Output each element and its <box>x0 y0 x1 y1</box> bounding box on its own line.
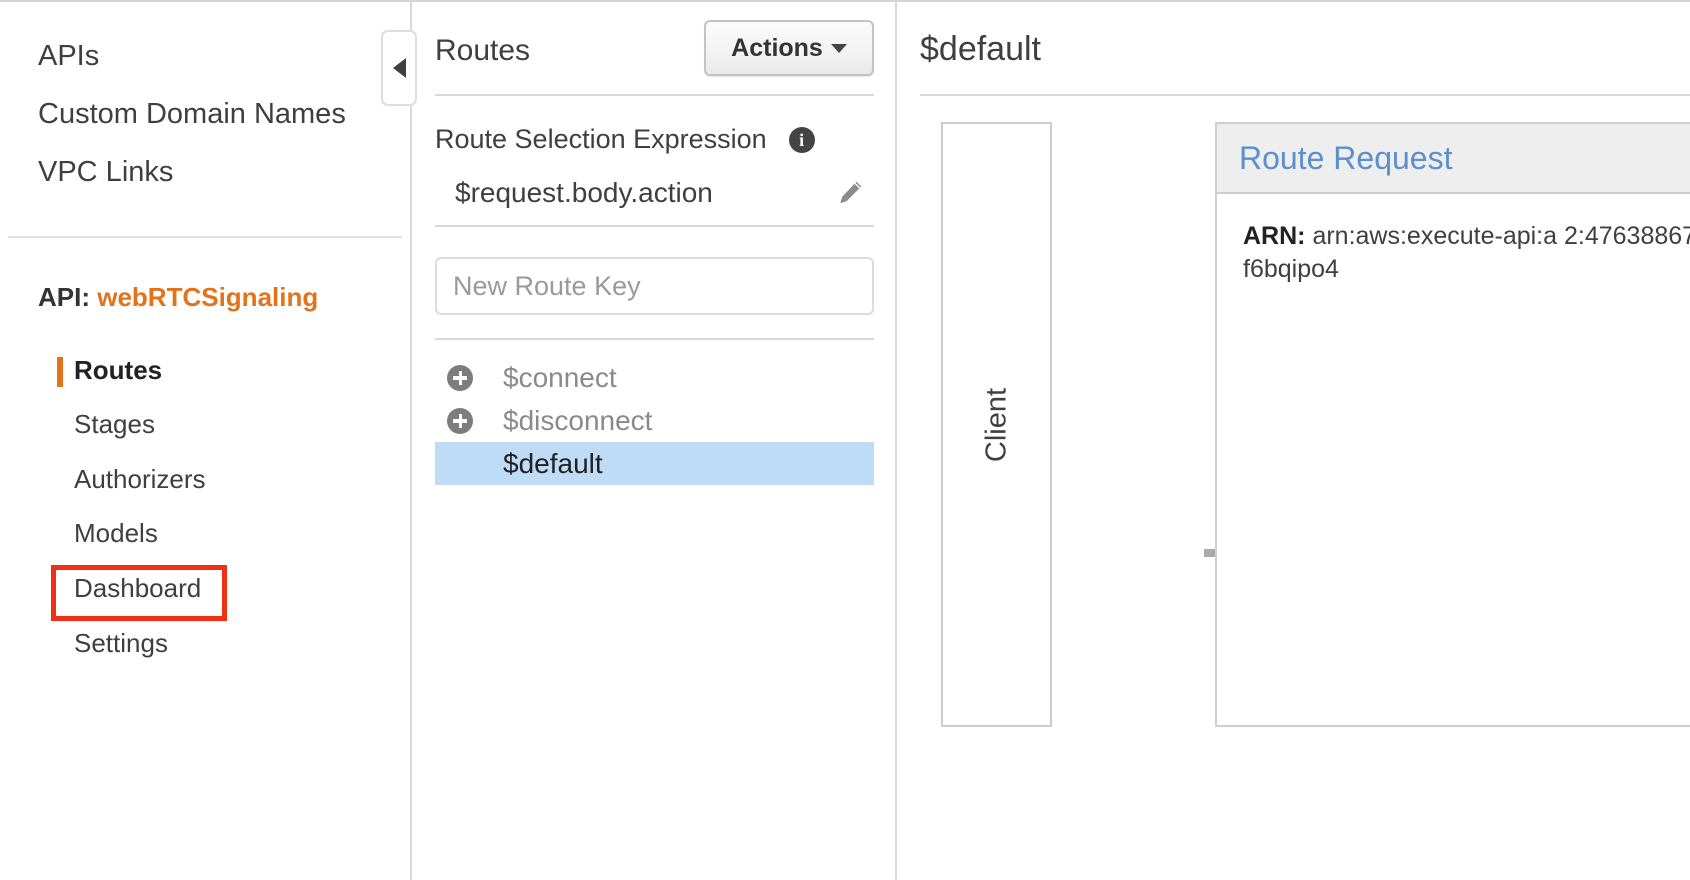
sidebar-item-label: Dashboard <box>74 573 202 604</box>
routes-list: $connect $disconnect $default <box>435 338 874 485</box>
left-sidebar: APIs Custom Domain Names VPC Links API: … <box>0 2 412 880</box>
actions-button-label: Actions <box>731 33 823 62</box>
api-name-heading: API: webRTCSignaling <box>0 282 410 313</box>
plus-circle-icon[interactable] <box>447 364 473 391</box>
chevron-down-icon <box>830 43 847 53</box>
sidebar-item-vpc-links[interactable]: VPC Links <box>0 144 410 202</box>
route-request-details: ARN: arn:aws:execute-api:a 2:47638867441… <box>1217 194 1690 286</box>
global-nav-list: APIs Custom Domain Names VPC Links <box>0 2 410 202</box>
route-selection-expression-label-row: Route Selection Expression i <box>435 124 874 155</box>
sidebar-item-apis[interactable]: APIs <box>0 28 410 86</box>
actions-button[interactable]: Actions <box>704 20 874 76</box>
sidebar-item-label: Models <box>74 518 158 549</box>
route-list-item-label: $connect <box>503 361 617 393</box>
sidebar-item-label: VPC Links <box>38 155 174 188</box>
sidebar-item-dashboard[interactable]: Dashboard <box>0 561 410 622</box>
api-nav-list: Routes Stages Authorizers Models Dashboa… <box>0 343 410 671</box>
sidebar-item-routes[interactable]: Routes <box>0 343 410 398</box>
arn-label: ARN: <box>1243 222 1306 250</box>
sidebar-item-authorizers[interactable]: Authorizers <box>0 452 410 507</box>
pencil-icon[interactable] <box>836 179 864 207</box>
route-request-box: Route Request ARN: arn:aws:execute-api:a… <box>1215 122 1690 727</box>
new-route-key-field[interactable] <box>435 257 874 315</box>
route-selection-expression-label: Route Selection Expression <box>435 124 767 154</box>
route-list-item-default[interactable]: $default <box>435 442 874 485</box>
routes-panel: Routes Actions Route Selection Expressio… <box>414 2 897 880</box>
arn-value: arn:aws:execute-api:a 2:476388674417:3zf… <box>1243 222 1690 283</box>
page-title: $default <box>920 30 1041 68</box>
sidebar-item-label: Settings <box>74 627 168 658</box>
route-list-item-connect[interactable]: $connect <box>435 356 874 399</box>
sidebar-item-label: Routes <box>74 354 163 385</box>
api-label-prefix: API: <box>38 281 90 312</box>
chevron-left-icon <box>392 58 406 78</box>
sidebar-collapse-button[interactable] <box>381 30 417 106</box>
sidebar-item-label: APIs <box>38 40 100 72</box>
api-name-value: webRTCSignaling <box>97 281 319 312</box>
sidebar-item-custom-domain-names[interactable]: Custom Domain Names <box>0 86 410 144</box>
new-route-key-input[interactable] <box>451 269 872 303</box>
route-selection-expression-block: Route Selection Expression i $request.bo… <box>435 124 874 227</box>
routes-panel-title: Routes <box>435 34 531 67</box>
route-list-item-disconnect[interactable]: $disconnect <box>435 399 874 442</box>
route-request-header: Route Request <box>1217 124 1690 194</box>
route-selection-expression-value-row: $request.body.action <box>435 177 874 209</box>
route-request-link[interactable]: Route Request <box>1239 140 1452 177</box>
plus-circle-icon[interactable] <box>447 407 473 434</box>
sidebar-divider <box>8 235 402 238</box>
client-box: Client <box>941 122 1052 727</box>
client-label: Client <box>980 387 1012 462</box>
route-list-item-label: $default <box>503 447 603 479</box>
route-detail-panel: $default Client Route Request ARN: arn:a… <box>899 2 1690 880</box>
sidebar-item-models[interactable]: Models <box>0 506 410 561</box>
routes-panel-header: Routes Actions <box>435 20 874 96</box>
route-selection-expression-value: $request.body.action <box>455 177 713 208</box>
sidebar-item-label: Custom Domain Names <box>38 97 346 130</box>
info-icon[interactable]: i <box>788 126 815 153</box>
route-detail-header: $default <box>920 20 1690 96</box>
sidebar-item-settings[interactable]: Settings <box>0 616 410 671</box>
sidebar-item-label: Authorizers <box>74 463 206 494</box>
route-list-item-label: $disconnect <box>503 404 653 436</box>
sidebar-item-label: Stages <box>74 409 155 440</box>
sidebar-item-stages[interactable]: Stages <box>0 397 410 452</box>
route-flow-diagram: Client Route Request ARN: arn:aws:execut… <box>899 122 1690 762</box>
